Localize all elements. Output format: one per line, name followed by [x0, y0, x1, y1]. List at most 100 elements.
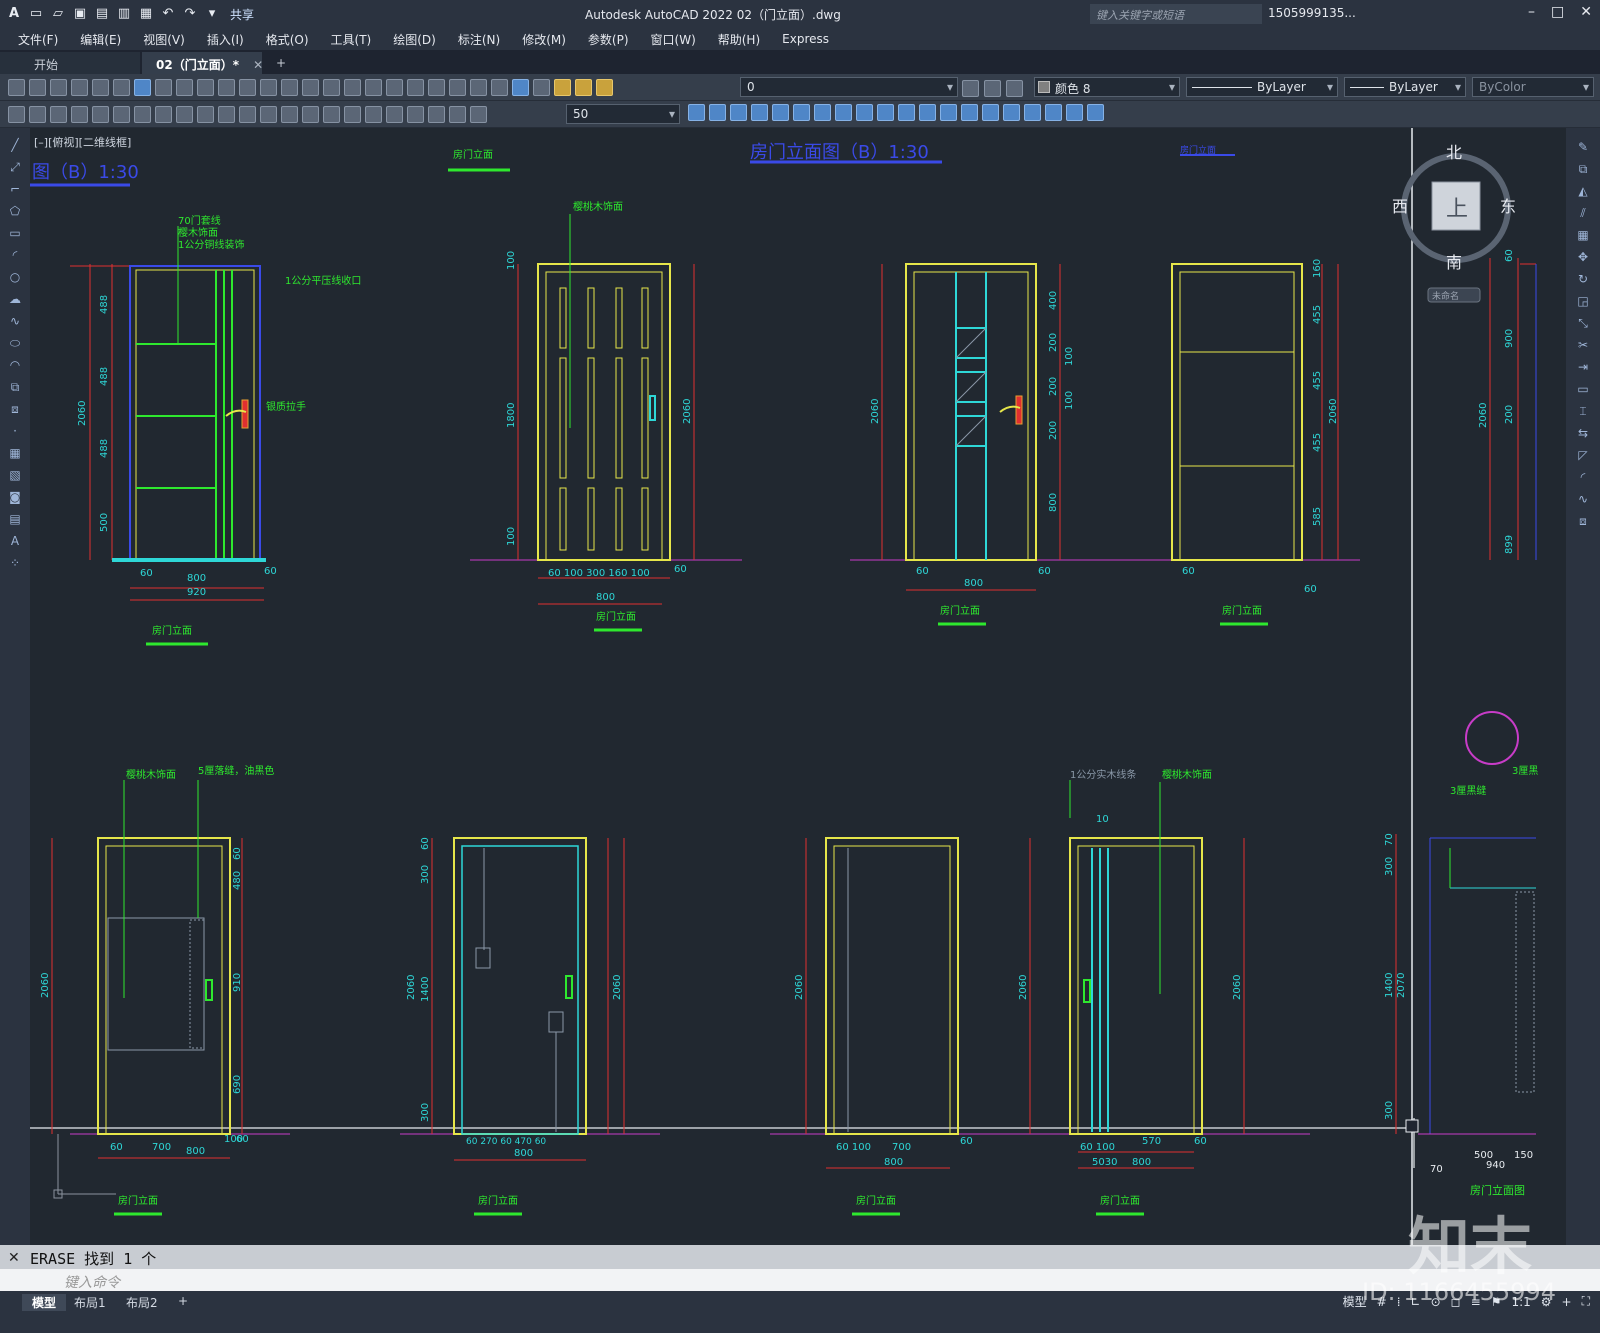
stretch-icon[interactable] — [856, 104, 873, 121]
open-file-icon[interactable]: ▱ — [50, 6, 66, 22]
insert-block-icon[interactable]: ⧉ — [7, 380, 23, 394]
copy-object-icon[interactable] — [709, 104, 726, 121]
plot-icon[interactable] — [71, 78, 88, 96]
join-side-icon[interactable]: ⇆ — [1575, 426, 1591, 440]
layer-on-icon[interactable] — [554, 78, 571, 96]
save-as-icon[interactable]: ▤ — [94, 6, 110, 22]
stretch-side-icon[interactable]: ⤡ — [1575, 316, 1591, 330]
mtext-icon[interactable]: A — [7, 534, 23, 548]
menu-parameter[interactable]: 参数(P) — [588, 31, 629, 48]
circle-icon[interactable]: ○ — [7, 270, 23, 284]
layer-lock-icon[interactable] — [596, 78, 613, 96]
blend-side-icon[interactable]: ∿ — [1575, 492, 1591, 506]
chamfer-side-icon[interactable]: ◸ — [1575, 448, 1591, 462]
viewcube-wcs[interactable]: 未命名 — [1432, 290, 1459, 302]
erase-icon[interactable] — [688, 104, 705, 121]
ungroup-icon[interactable] — [1087, 104, 1104, 121]
rotate-side-icon[interactable]: ↻ — [1575, 272, 1591, 286]
dim-text-edit-icon[interactable] — [449, 105, 466, 123]
offset-icon[interactable] — [751, 104, 768, 121]
dropdown-icon[interactable]: ▾ — [204, 6, 220, 22]
menu-express[interactable]: Express — [782, 32, 829, 46]
polygon-icon[interactable]: ⬠ — [7, 204, 23, 218]
menu-modify[interactable]: 修改(M) — [522, 31, 566, 48]
layer-properties-icon[interactable] — [533, 78, 550, 96]
line-icon[interactable]: ╱ — [7, 138, 23, 152]
tab-close-icon[interactable]: ✕ — [253, 58, 263, 72]
fillet-side-icon[interactable]: ◜ — [1575, 470, 1591, 484]
scale-icon[interactable] — [835, 104, 852, 121]
construction-line-icon[interactable]: ⤢ — [7, 160, 23, 174]
sheet-set-icon[interactable] — [449, 78, 466, 96]
trim-side-icon[interactable]: ✂ — [1575, 338, 1591, 352]
dim-update-icon[interactable] — [470, 105, 487, 123]
fullscreen-icon[interactable]: ⛶ — [1582, 1294, 1590, 1309]
extend-icon[interactable] — [898, 104, 915, 121]
open-icon[interactable] — [29, 78, 46, 96]
layer-dropdown[interactable]: 0 — [740, 77, 958, 97]
angular-dim-icon[interactable] — [218, 105, 235, 123]
print-icon[interactable]: ▦ — [138, 6, 154, 22]
undo-icon[interactable]: ↶ — [160, 6, 176, 22]
fillet-icon[interactable] — [982, 104, 999, 121]
menu-window[interactable]: 窗口(W) — [651, 31, 696, 48]
minimize-button[interactable]: – — [1528, 4, 1535, 20]
layer-match-icon[interactable] — [29, 105, 46, 123]
make-current-layer-icon[interactable] — [962, 80, 979, 97]
viewcube-north[interactable]: 北 — [1446, 143, 1462, 162]
dim-break-icon[interactable] — [323, 105, 340, 123]
block-insert-icon[interactable] — [1024, 104, 1041, 121]
menu-edit[interactable]: 编辑(E) — [80, 31, 121, 48]
preview-icon[interactable] — [92, 78, 109, 96]
tolerance-icon[interactable] — [344, 105, 361, 123]
menu-insert[interactable]: 插入(I) — [207, 31, 244, 48]
trim-icon[interactable] — [877, 104, 894, 121]
calculator-icon[interactable] — [491, 78, 508, 96]
join-icon[interactable] — [940, 104, 957, 121]
layout-tab-1[interactable]: 布局1 — [64, 1294, 116, 1311]
user-account[interactable]: 1505999135... — [1268, 6, 1356, 20]
wblock-icon[interactable] — [1045, 104, 1062, 121]
zoom-window-icon[interactable] — [344, 78, 361, 96]
app-menu-icon[interactable]: A — [6, 6, 22, 22]
command-input[interactable]: 键入命令 — [0, 1269, 1600, 1291]
inspect-icon[interactable] — [386, 105, 403, 123]
layout-tab-add[interactable]: + — [168, 1294, 198, 1308]
zoom-previous-icon[interactable] — [365, 78, 382, 96]
maximize-button[interactable]: □ — [1551, 4, 1564, 20]
quick-dim-icon[interactable] — [239, 105, 256, 123]
continue-dim-icon[interactable] — [281, 105, 298, 123]
cut-icon[interactable] — [155, 78, 172, 96]
group-icon[interactable] — [1066, 104, 1083, 121]
aligned-dim-icon[interactable] — [92, 105, 109, 123]
layout-tab-2[interactable]: 布局2 — [116, 1294, 168, 1311]
ellipse-arc-icon[interactable]: ◠ — [7, 358, 23, 372]
point-icon[interactable]: · — [7, 424, 23, 438]
break-icon[interactable] — [919, 104, 936, 121]
match-icon[interactable] — [8, 105, 25, 123]
markup-icon[interactable] — [470, 78, 487, 96]
add-selected-icon[interactable]: ⁘ — [7, 556, 23, 570]
chamfer-icon[interactable] — [961, 104, 978, 121]
save-icon[interactable] — [50, 78, 67, 96]
redo-icon[interactable] — [281, 78, 298, 96]
region-icon[interactable]: ◙ — [7, 490, 23, 504]
menu-view[interactable]: 视图(V) — [143, 31, 185, 48]
erase-side-icon[interactable]: ✎ — [1575, 140, 1591, 154]
explode-icon[interactable] — [1003, 104, 1020, 121]
arc-length-icon[interactable] — [113, 105, 130, 123]
viewcube-top[interactable]: 上 — [1446, 197, 1468, 222]
break-point-side-icon[interactable]: ⌶ — [1575, 404, 1591, 418]
diameter-dim-icon[interactable] — [197, 105, 214, 123]
plus-icon[interactable]: + — [1562, 1295, 1572, 1309]
polyline-icon[interactable]: ⌐ — [7, 182, 23, 196]
jogged-dim-icon[interactable] — [176, 105, 193, 123]
tool-palettes-icon[interactable] — [428, 78, 445, 96]
menu-help[interactable]: 帮助(H) — [718, 31, 760, 48]
pan-icon[interactable] — [302, 78, 319, 96]
save-icon[interactable]: ▣ — [72, 6, 88, 22]
menu-draw[interactable]: 绘图(D) — [393, 31, 436, 48]
new-file-icon[interactable]: ▭ — [28, 6, 44, 22]
table-icon[interactable]: ▤ — [7, 512, 23, 526]
jogged-linear-icon[interactable] — [407, 105, 424, 123]
